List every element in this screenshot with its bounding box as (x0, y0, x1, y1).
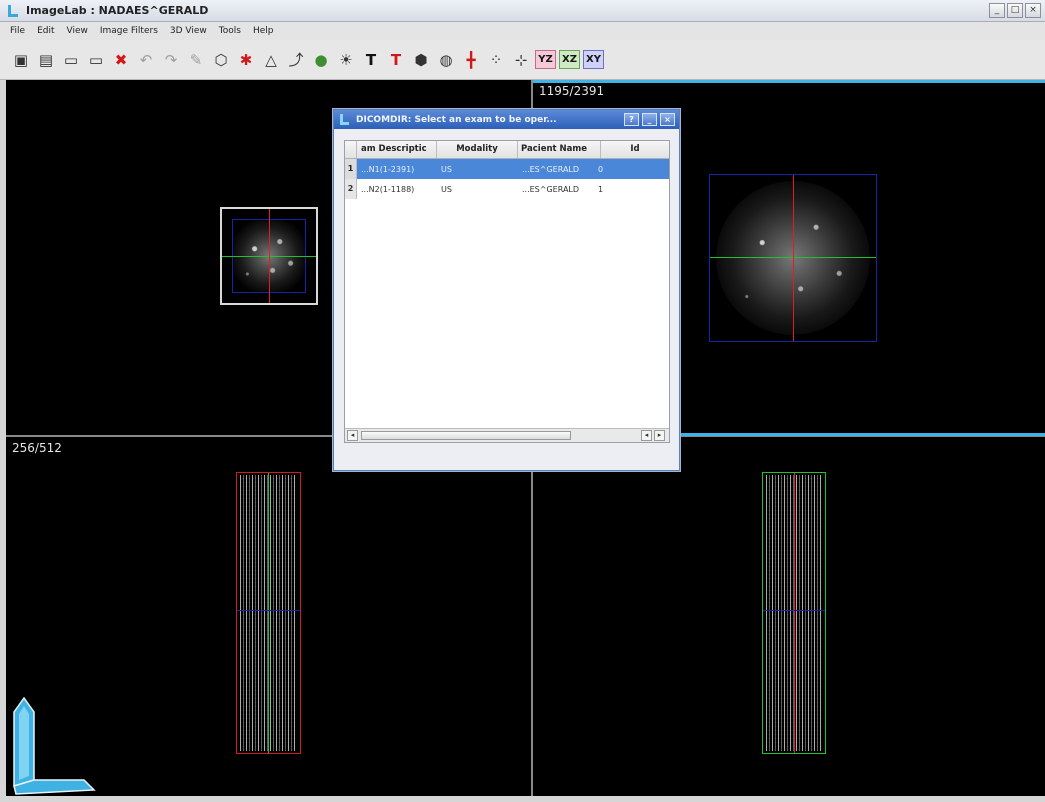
minimize-button[interactable]: _ (989, 3, 1005, 18)
triangle-icon[interactable]: △ (260, 49, 282, 71)
status-bar (0, 796, 1045, 802)
table-header: am Descriptic Modality Pacient Name Id (345, 141, 669, 159)
dialog-help-button[interactable]: ? (624, 113, 639, 126)
app-logo-icon (6, 4, 20, 18)
dialog-close-button[interactable]: × (660, 113, 675, 126)
scrollbar-thumb[interactable] (361, 431, 571, 440)
marker-icon[interactable]: ⬢ (410, 49, 432, 71)
crosshair-horizontal (237, 610, 300, 611)
scroll-left-icon[interactable]: ◂ (347, 430, 358, 441)
column-header-patient-name[interactable]: Pacient Name (518, 141, 601, 158)
cell-patient-name: ...ES^GERALD (522, 184, 580, 194)
horizontal-scrollbar[interactable]: ◂ ◂ ▸ (345, 428, 669, 442)
dialog-minimize-button[interactable]: _ (642, 113, 657, 126)
viewport-yz[interactable] (533, 437, 1045, 796)
delete-icon[interactable]: ✖ (110, 49, 132, 71)
plane-yz-button[interactable]: YZ (535, 50, 556, 69)
axes-icon[interactable]: ⊹ (510, 49, 532, 71)
volume-bounding-box (220, 207, 318, 305)
xy-slice-frame (709, 174, 877, 342)
slice-index-label: 1195/2391 (539, 84, 605, 98)
column-header-modality[interactable]: Modality (437, 141, 518, 158)
plane-xz-button[interactable]: XZ (559, 50, 580, 69)
grid-icon[interactable]: ⁘ (485, 49, 507, 71)
menu-edit[interactable]: Edit (37, 26, 54, 36)
menu-3d-view[interactable]: 3D View (170, 26, 207, 36)
window-title: ImageLab : NADAES^GERALD (26, 4, 209, 17)
crosshair-vertical (794, 473, 795, 753)
active-viewport-highlight (533, 80, 1045, 83)
cell-id: 1 (598, 184, 604, 194)
brightness-icon[interactable]: ☀ (335, 49, 357, 71)
open-volume-icon[interactable]: ▣ (10, 49, 32, 71)
remove-point-icon[interactable]: ✱ (235, 49, 257, 71)
toolbar: ▣ ▤ ▭ ▭ ✖ ↶ ↷ ✎ ⬡ ✱ △ ⤴ ● ☀ T T ⬢ ◍ ╋ ⁘ … (0, 40, 1045, 80)
imagelab-window: ImageLab : NADAES^GERALD _ □ × File Edit… (0, 0, 1045, 802)
xz-slice-frame (236, 472, 301, 754)
curve-icon[interactable]: ⤴ (285, 49, 307, 71)
text-icon[interactable]: T (360, 49, 382, 71)
menu-help[interactable]: Help (253, 26, 274, 36)
scroll-right-icon[interactable]: ▸ (654, 430, 665, 441)
dialog-title: DICOMDIR: Select an exam to be oper... (356, 114, 557, 125)
yz-slice-frame (762, 472, 826, 754)
table-row[interactable]: 1 ...N1(1-2391) US ...ES^GERALD 0 (345, 159, 669, 179)
cell-patient-name: ...ES^GERALD (522, 164, 580, 174)
pencil-icon[interactable]: ✎ (185, 49, 207, 71)
save-as-icon[interactable]: ▭ (85, 49, 107, 71)
imagelab-logo-icon (13, 696, 96, 795)
crosshair-vertical (269, 209, 270, 303)
scroll-left-icon[interactable]: ◂ (641, 430, 652, 441)
window-controls: _ □ × (989, 3, 1041, 18)
undo-icon[interactable]: ↶ (135, 49, 157, 71)
menu-tools[interactable]: Tools (219, 26, 241, 36)
close-button[interactable]: × (1025, 3, 1041, 18)
dialog-controls: ? _ × (624, 113, 675, 126)
menu-view[interactable]: View (67, 26, 88, 36)
palette-icon[interactable]: ◍ (435, 49, 457, 71)
row-number: 1 (345, 159, 357, 179)
cell-description: ...N2(1-1188) (361, 184, 415, 194)
dialog-title-bar[interactable]: DICOMDIR: Select an exam to be oper... ?… (334, 110, 679, 129)
save-icon[interactable]: ▭ (60, 49, 82, 71)
exam-table: am Descriptic Modality Pacient Name Id 1… (344, 140, 670, 443)
redo-icon[interactable]: ↷ (160, 49, 182, 71)
column-header-description[interactable]: am Descriptic (357, 141, 437, 158)
fill-icon[interactable]: ● (310, 49, 332, 71)
cell-description: ...N1(1-2391) (361, 164, 415, 174)
title-bar: ImageLab : NADAES^GERALD _ □ × (0, 0, 1045, 22)
cell-modality: US (441, 184, 452, 194)
column-header-id[interactable]: Id (601, 141, 669, 158)
cell-modality: US (441, 164, 452, 174)
dicomdir-dialog: DICOMDIR: Select an exam to be oper... ?… (333, 109, 680, 471)
dialog-logo-icon (338, 113, 350, 126)
crosshair-vertical (268, 473, 269, 753)
crosshair-icon[interactable]: ╋ (460, 49, 482, 71)
table-row[interactable]: 2 ...N2(1-1188) US ...ES^GERALD 1 (345, 179, 669, 199)
plane-xy-button[interactable]: XY (583, 50, 604, 69)
menu-bar: File Edit View Image Filters 3D View Too… (0, 22, 1045, 40)
menu-image-filters[interactable]: Image Filters (100, 26, 158, 36)
open-dicom-icon[interactable]: ▤ (35, 49, 57, 71)
slice-index-label: 256/512 (12, 441, 62, 455)
cell-id: 0 (598, 164, 604, 174)
crosshair-vertical (793, 175, 794, 341)
header-corner (345, 141, 357, 158)
maximize-button[interactable]: □ (1007, 3, 1023, 18)
polygon-icon[interactable]: ⬡ (210, 49, 232, 71)
row-number: 2 (345, 179, 357, 199)
text-red-icon[interactable]: T (385, 49, 407, 71)
crosshair-horizontal (763, 610, 825, 611)
menu-file[interactable]: File (10, 26, 25, 36)
